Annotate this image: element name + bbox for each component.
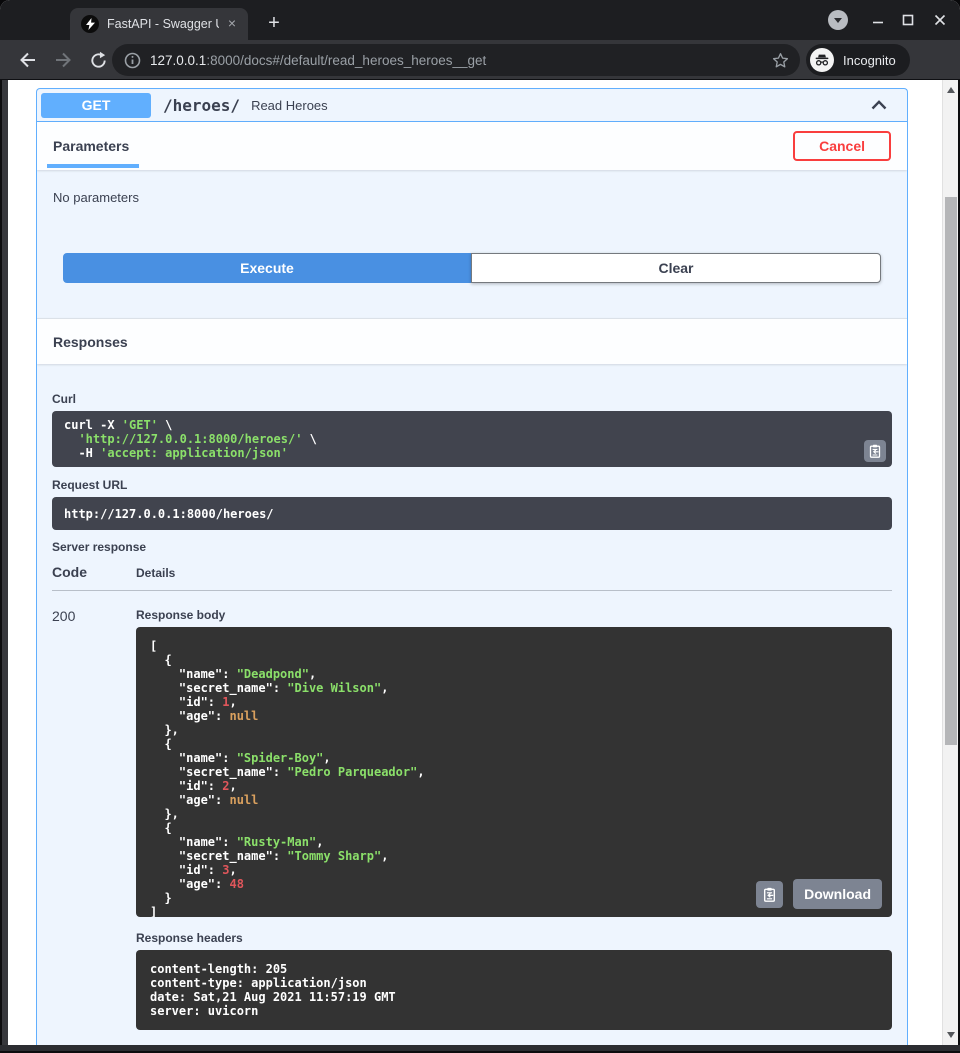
page-viewport: GET /heroes/ Read Heroes Parameters Canc… (0, 80, 960, 1053)
tab-search-button[interactable] (828, 10, 848, 30)
browser-toolbar: 127.0.0.1:8000/docs#/default/read_heroes… (0, 40, 960, 80)
site-info-icon[interactable] (124, 52, 141, 69)
url-host: 127.0.0.1 (150, 53, 206, 68)
browser-window: FastAPI - Swagger UI × + (0, 0, 960, 1053)
response-body-block: [ { "name": "Deadpond", "secret_name": "… (136, 627, 892, 917)
responses-title: Responses (53, 334, 128, 350)
details-header: Details (136, 564, 175, 580)
operation-path: /heroes/ (163, 96, 240, 115)
url-path: :8000/docs#/default/read_heroes_heroes__… (206, 53, 486, 68)
cancel-button[interactable]: Cancel (793, 131, 891, 161)
tab-title: FastAPI - Swagger UI (107, 17, 219, 31)
scrollbar-thumb[interactable] (945, 197, 958, 745)
window-frame-left (0, 80, 8, 1053)
download-button[interactable]: Download (793, 879, 882, 909)
parameters-header: Parameters Cancel (37, 122, 907, 170)
curl-block: curl -X 'GET' \ 'http://127.0.0.1:8000/h… (52, 411, 892, 467)
request-url-label: Request URL (52, 478, 892, 492)
response-body-actions: Download (756, 879, 882, 909)
content-scrollbar[interactable] (942, 80, 958, 1045)
new-tab-button[interactable]: + (262, 12, 286, 36)
tab-strip: FastAPI - Swagger UI × + (0, 0, 960, 40)
operation-description: Read Heroes (251, 98, 328, 113)
curl-copy-button[interactable] (864, 440, 886, 462)
parameters-tab-underline (47, 164, 139, 168)
code-header: Code (52, 564, 136, 580)
maximize-button[interactable] (898, 10, 918, 30)
tab-search-circle-icon (828, 10, 848, 30)
reload-button[interactable] (87, 49, 109, 71)
response-row: 200 Response body [ { "name": "Deadpond"… (52, 591, 892, 1030)
response-table-header: Code Details (52, 564, 892, 591)
response-details: Response body [ { "name": "Deadpond", "s… (136, 608, 892, 1030)
request-url-block: http://127.0.0.1:8000/heroes/ (52, 497, 892, 530)
operation-block: GET /heroes/ Read Heroes Parameters Canc… (36, 88, 908, 1045)
response-headers-block: content-length: 205content-type: applica… (136, 950, 892, 1030)
close-window-button[interactable] (930, 10, 950, 30)
browser-tab[interactable]: FastAPI - Swagger UI × (70, 8, 248, 40)
scrollbar-down-arrow[interactable] (943, 1027, 959, 1043)
execute-button[interactable]: Execute (63, 253, 471, 283)
clear-button[interactable]: Clear (471, 253, 881, 283)
scrollbar-up-arrow[interactable] (943, 82, 959, 98)
forward-button[interactable] (52, 49, 74, 71)
parameters-tab[interactable]: Parameters (53, 138, 129, 154)
method-badge: GET (41, 93, 151, 118)
bookmark-star-icon[interactable] (772, 52, 789, 69)
responses-header: Responses (37, 318, 907, 364)
address-bar[interactable]: 127.0.0.1:8000/docs#/default/read_heroes… (112, 44, 800, 76)
url-text: 127.0.0.1:8000/docs#/default/read_heroes… (150, 53, 772, 68)
incognito-label: Incognito (843, 53, 896, 68)
window-frame-bottom (0, 1045, 960, 1053)
swagger-page: GET /heroes/ Read Heroes Parameters Canc… (8, 80, 942, 1045)
operation-summary[interactable]: GET /heroes/ Read Heroes (37, 89, 907, 122)
server-response-label: Server response (52, 540, 892, 554)
responses-content: Curl curl -X 'GET' \ 'http://127.0.0.1:8… (37, 392, 907, 1030)
execute-row: Execute Clear (37, 205, 907, 318)
response-copy-button[interactable] (756, 881, 783, 908)
minimize-button[interactable] (868, 10, 888, 30)
status-code: 200 (52, 608, 136, 1030)
response-body-label: Response body (136, 608, 892, 622)
collapse-chevron-icon[interactable] (871, 100, 887, 110)
incognito-badge: Incognito (806, 44, 910, 76)
curl-label: Curl (52, 392, 892, 406)
back-button[interactable] (17, 49, 39, 71)
fastapi-favicon-icon (81, 15, 99, 33)
tab-close-icon[interactable]: × (223, 15, 241, 33)
incognito-icon (810, 48, 834, 72)
no-parameters-text: No parameters (37, 170, 907, 205)
response-headers-label: Response headers (136, 931, 892, 945)
